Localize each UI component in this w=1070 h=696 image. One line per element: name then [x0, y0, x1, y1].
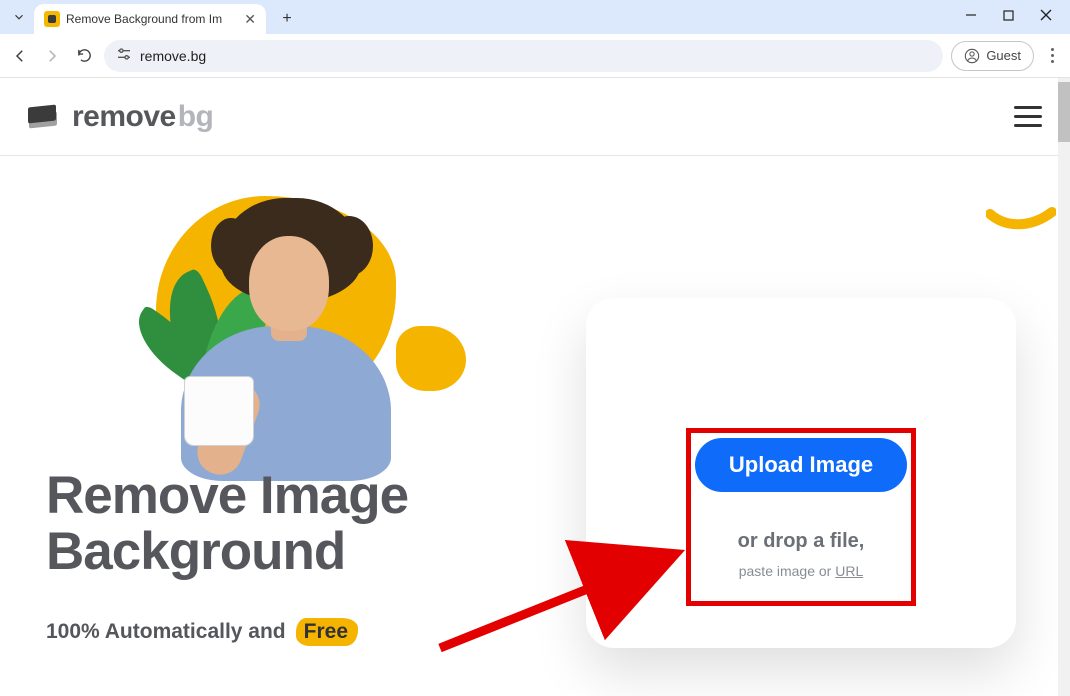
headline-line2: Background	[46, 524, 408, 580]
hero-headline: Remove Image Background	[46, 468, 408, 580]
hero-subhead: 100% Automatically and Free	[46, 618, 358, 646]
new-tab-button[interactable]: +	[274, 6, 300, 32]
page-content: Remove Image Background 100% Automatical…	[0, 156, 1070, 696]
profile-label: Guest	[986, 48, 1021, 63]
brand-text: removebg	[72, 100, 213, 134]
browser-tab-strip: Remove Background from Im ✕ +	[0, 0, 1070, 34]
browser-toolbar: remove.bg Guest	[0, 34, 1070, 78]
minimize-button[interactable]	[965, 8, 977, 26]
browser-menu-button[interactable]	[1042, 48, 1062, 63]
free-badge: Free	[296, 618, 358, 646]
tab-search-button[interactable]	[8, 6, 30, 28]
profile-chip[interactable]: Guest	[951, 41, 1034, 71]
browser-tab[interactable]: Remove Background from Im ✕	[34, 4, 266, 34]
annotation-arrow	[430, 536, 690, 656]
forward-button[interactable]	[40, 44, 64, 68]
scrollbar-track[interactable]	[1058, 78, 1070, 696]
page-viewport: removebg	[0, 78, 1070, 696]
decorative-swoosh	[986, 206, 1056, 234]
headline-line1: Remove Image	[46, 468, 408, 524]
tab-close-button[interactable]: ✕	[244, 11, 256, 28]
window-controls	[965, 0, 1070, 34]
reload-button[interactable]	[72, 44, 96, 68]
brand-logo[interactable]: removebg	[28, 100, 213, 134]
back-button[interactable]	[8, 44, 32, 68]
hero-left	[46, 176, 506, 466]
annotation-highlight-box	[686, 428, 916, 606]
maximize-button[interactable]	[1003, 8, 1014, 26]
subhead-prefix: 100% Automatically and	[46, 620, 286, 644]
address-bar[interactable]: remove.bg	[104, 40, 943, 72]
hero-illustration	[76, 176, 416, 466]
scrollbar-thumb[interactable]	[1058, 82, 1070, 142]
brand-icon	[28, 106, 58, 128]
tab-title: Remove Background from Im	[66, 12, 238, 26]
site-settings-icon[interactable]	[116, 47, 132, 64]
window-close-button[interactable]	[1040, 8, 1052, 26]
url-text: remove.bg	[140, 48, 206, 64]
menu-button[interactable]	[1014, 106, 1042, 127]
favicon-icon	[44, 11, 60, 27]
guest-icon	[964, 48, 980, 64]
site-header: removebg	[0, 78, 1070, 156]
brand-remove: remove	[72, 100, 176, 133]
brand-bg: bg	[178, 100, 214, 133]
